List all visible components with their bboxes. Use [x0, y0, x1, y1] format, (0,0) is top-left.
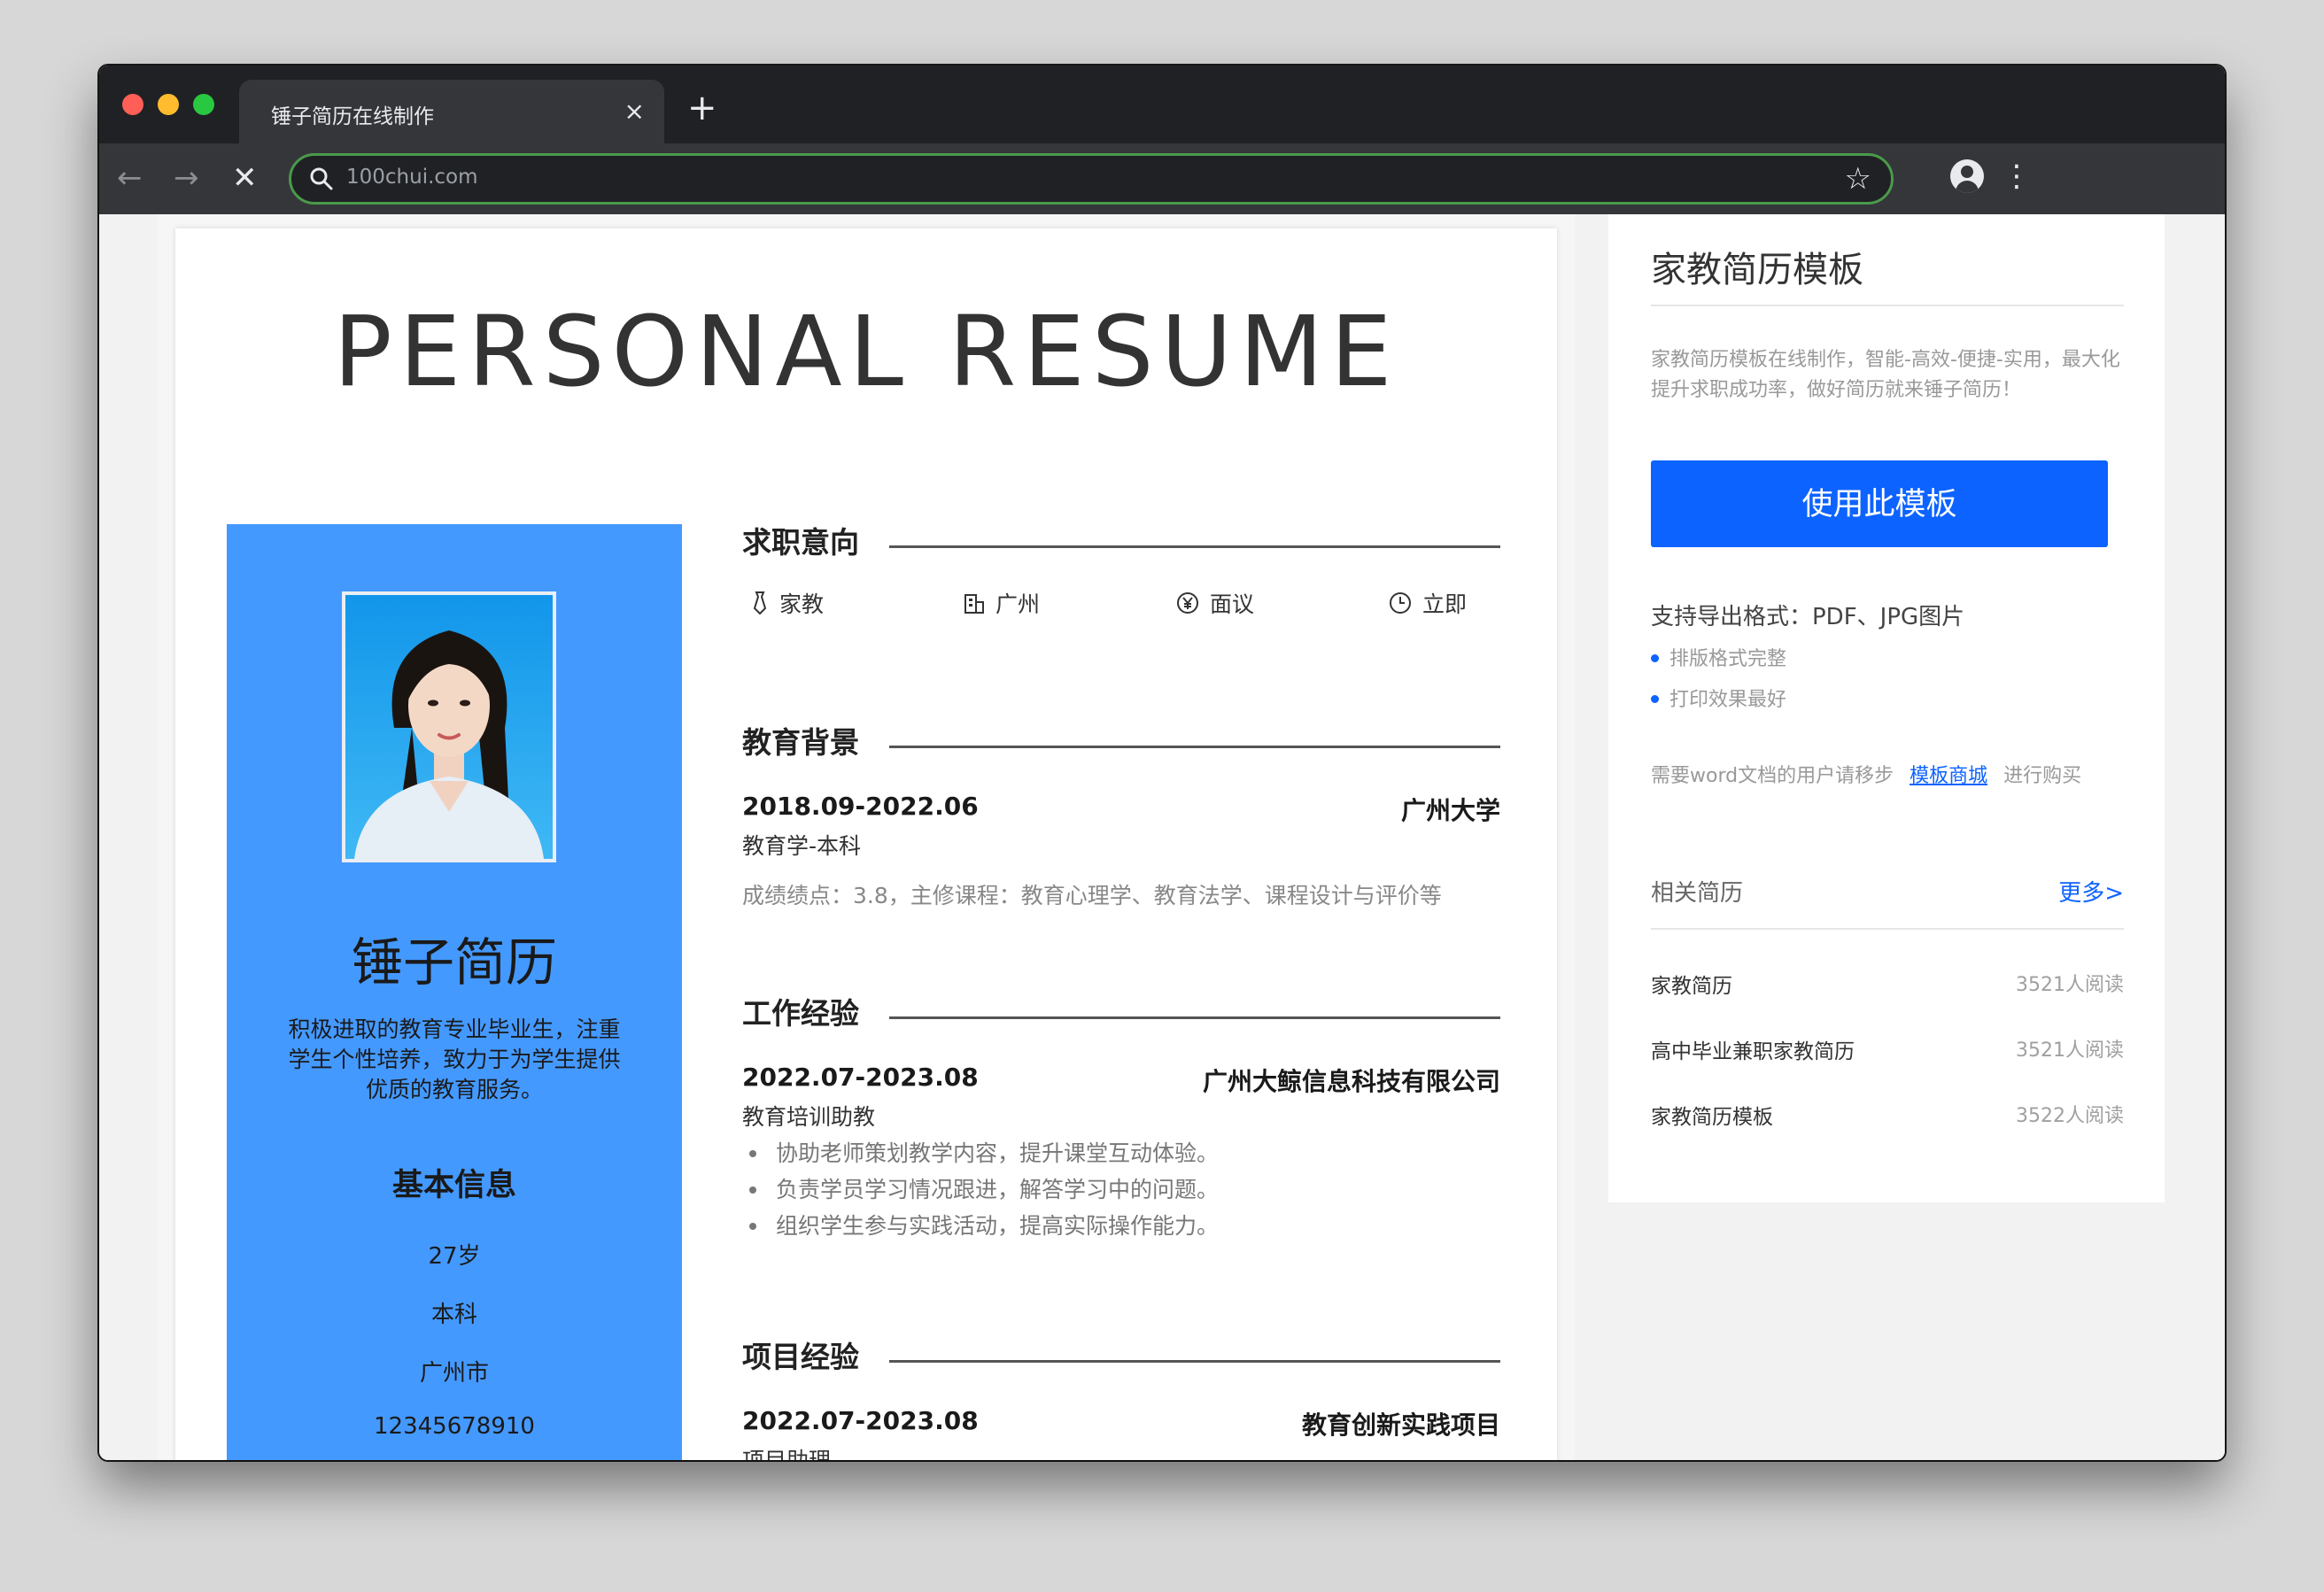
- template-store-link[interactable]: 模板商城: [1910, 765, 1987, 787]
- project-header: 项目经验: [742, 1337, 1500, 1381]
- related-title: 相关简历: [1651, 880, 1744, 907]
- section-divider: [889, 1360, 1500, 1363]
- education-note: 成绩绩点：3.8，主修课程：教育心理学、教育法学、课程设计与评价等: [742, 883, 1442, 908]
- template-title: 家教简历模板: [1651, 250, 1863, 290]
- education-header: 教育背景: [742, 723, 1500, 767]
- read-count: 3521人阅读: [2016, 1039, 2124, 1062]
- tab-bar: 锤子简历在线制作 × +: [99, 66, 2225, 143]
- feature-item: 打印效果最好: [1651, 684, 1786, 712]
- stop-loading-icon[interactable]: ✕: [232, 158, 258, 198]
- info-degree: 本科: [430, 1302, 477, 1328]
- section-divider: [889, 746, 1500, 748]
- word-doc-note: 需要word文档的用户请移步 模板商城 进行购买: [1651, 765, 2082, 787]
- bullet-dot-icon: [1651, 695, 1659, 703]
- tab-title: 锤子简历在线制作: [271, 105, 434, 128]
- feature-item: 排版格式完整: [1651, 643, 1786, 671]
- template-sidebar: 家教简历模板 家教简历模板在线制作，智能-高效-便捷-实用，最大化提升求职成功率…: [1608, 214, 2165, 1202]
- intent-city: 广州: [964, 590, 1040, 620]
- work-company: 广州大鲸信息科技有限公司: [1202, 1067, 1500, 1096]
- related-name[interactable]: 家教简历模板: [1651, 1100, 1773, 1130]
- divider: [1651, 305, 2124, 306]
- browser-toolbar: ← → ✕ 100chui.com ☆ ⋮: [99, 143, 2225, 214]
- new-tab-button[interactable]: +: [687, 90, 717, 126]
- url-text[interactable]: 100chui.com: [346, 166, 478, 189]
- read-count: 3522人阅读: [2016, 1105, 2124, 1127]
- intent-job: 家教: [751, 590, 824, 620]
- intent-salary: 面议: [1176, 590, 1254, 620]
- work-duties: 协助老师策划教学内容，提升课堂互动体验。 负责学员学习情况跟进，解答学习中的问题…: [742, 1135, 1219, 1244]
- project-date: 2022.07-2023.08: [742, 1406, 979, 1435]
- education-major: 教育学-本科: [742, 833, 862, 859]
- related-item[interactable]: 高中毕业兼职家教简历 3521人阅读: [1651, 1034, 2124, 1066]
- job-intent-header: 求职意向: [742, 522, 1500, 567]
- info-age: 27岁: [428, 1243, 481, 1270]
- clock-icon: [1390, 592, 1411, 614]
- bullet-dot-icon: [1651, 654, 1659, 662]
- basic-info-title: 基本信息: [391, 1168, 516, 1203]
- related-item[interactable]: 家教简历模板 3522人阅读: [1651, 1100, 2124, 1132]
- tie-icon: [753, 591, 767, 614]
- divider: [1651, 928, 2124, 930]
- section-title: 求职意向: [742, 525, 859, 560]
- resume-page: PERSONAL RESUME 锤子简历 积极进取的教育专业毕业生，注重学生个性…: [175, 228, 1557, 1460]
- list-item: 负责学员学习情况跟进，解答学习中的问题。: [742, 1171, 1219, 1208]
- building-icon: [964, 594, 984, 614]
- read-count: 3521人阅读: [2016, 974, 2124, 996]
- minimize-window-button[interactable]: [158, 94, 179, 115]
- self-introduction: 积极进取的教育专业毕业生，注重学生个性培养，致力于为学生提供优质的教育服务。: [288, 1016, 621, 1102]
- project-name: 教育创新实践项目: [1301, 1410, 1500, 1440]
- resume-side-panel: 锤子简历 积极进取的教育专业毕业生，注重学生个性培养，致力于为学生提供优质的教育…: [227, 524, 682, 1460]
- section-title: 工作经验: [742, 996, 859, 1031]
- resume-title: PERSONAL RESUME: [333, 295, 1399, 408]
- related-item[interactable]: 家教简历 3521人阅读: [1651, 969, 2124, 1001]
- education-school: 广州大学: [1400, 796, 1500, 825]
- work-header: 工作经验: [742, 993, 1500, 1038]
- info-city: 广州市: [419, 1360, 489, 1387]
- close-window-button[interactable]: [122, 94, 143, 115]
- list-item: 组织学生参与实践活动，提高实际操作能力。: [742, 1208, 1219, 1244]
- section-divider: [889, 545, 1500, 548]
- page-content: PERSONAL RESUME 锤子简历 积极进取的教育专业毕业生，注重学生个性…: [99, 214, 2225, 1460]
- browser-window: 锤子简历在线制作 × + ← → ✕ 100chui.com ☆ ⋮ PERSO…: [99, 66, 2225, 1460]
- work-role: 教育培训助教: [742, 1104, 876, 1130]
- education-date: 2018.09-2022.06: [742, 792, 979, 821]
- active-tab[interactable]: 锤子简历在线制作 ×: [239, 80, 664, 143]
- address-bar[interactable]: 100chui.com ☆: [289, 153, 1894, 205]
- related-name[interactable]: 高中毕业兼职家教简历: [1651, 1034, 1855, 1064]
- template-description: 家教简历模板在线制作，智能-高效-便捷-实用，最大化提升求职成功率，做好简历就来…: [1651, 349, 2120, 401]
- profile-avatar-icon[interactable]: [1950, 159, 1984, 193]
- search-icon: [310, 167, 333, 190]
- forward-arrow-icon[interactable]: →: [174, 158, 199, 198]
- profile-photo: [342, 591, 556, 862]
- section-title: 项目经验: [742, 1340, 859, 1374]
- person-name: 锤子简历: [351, 932, 557, 993]
- maximize-window-button[interactable]: [193, 94, 214, 115]
- yuan-icon: [1177, 592, 1198, 614]
- tab-close-icon[interactable]: ×: [624, 96, 645, 128]
- browser-menu-icon[interactable]: ⋮: [2002, 156, 2032, 197]
- export-formats: 支持导出格式：PDF、JPG图片: [1651, 604, 1965, 630]
- intent-availability: 立即: [1389, 590, 1467, 620]
- work-date: 2022.07-2023.08: [742, 1063, 979, 1092]
- list-item: 协助老师策划教学内容，提升课堂互动体验。: [742, 1135, 1219, 1171]
- portrait-image: [345, 595, 553, 859]
- use-template-button[interactable]: 使用此模板: [1651, 460, 2108, 547]
- section-divider: [889, 1016, 1500, 1019]
- info-phone: 12345678910: [374, 1413, 535, 1440]
- section-title: 教育背景: [742, 725, 859, 760]
- project-role: 项目助理: [742, 1443, 831, 1460]
- back-arrow-icon[interactable]: ←: [117, 158, 143, 198]
- bookmark-star-icon[interactable]: ☆: [1845, 161, 1871, 197]
- more-link[interactable]: 更多>: [2058, 875, 2124, 908]
- related-name[interactable]: 家教简历: [1651, 969, 1732, 999]
